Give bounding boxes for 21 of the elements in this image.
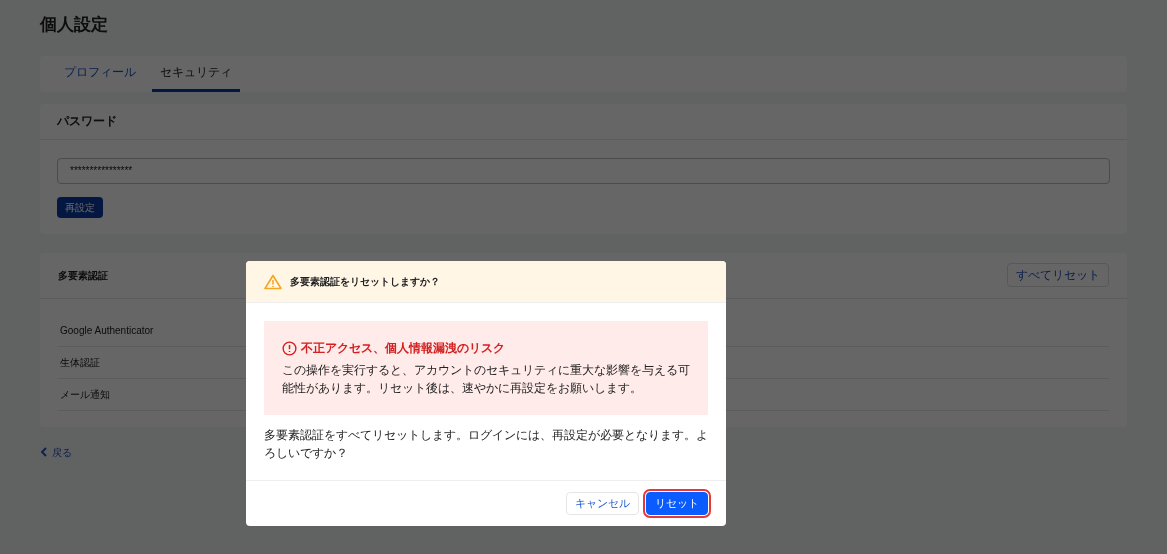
- tab[interactable]: セキュリティ: [152, 55, 240, 92]
- tab[interactable]: プロフィール: [56, 55, 144, 92]
- password-field[interactable]: ****************: [57, 157, 1110, 184]
- reset-all-button[interactable]: すべてリセット: [1007, 263, 1109, 287]
- chevron-left-icon: [40, 447, 48, 457]
- mfa-item: Google Authenticator: [60, 323, 154, 338]
- reset-password-button[interactable]: 再設定: [57, 196, 103, 218]
- alert-circle-icon: [282, 340, 297, 356]
- reset-button[interactable]: リセット: [646, 492, 708, 515]
- mfa-item: メール通知: [60, 387, 110, 402]
- dialog-message: 多要素認証をすべてリセットします。ログインには、再設定が必要となります。よろしいですか？: [264, 427, 708, 462]
- dialog-title: 多要素認証をリセットしますか？: [290, 275, 440, 289]
- mfa-item: 生体認証: [60, 355, 100, 370]
- back-link[interactable]: 戻る: [40, 444, 72, 460]
- cancel-button[interactable]: キャンセル: [566, 492, 639, 515]
- alert-text: この操作を実行すると、アカウントのセキュリティに重大な影響を与える可能性があります。リセット後は、速やかに再設定をお願いします。: [282, 362, 690, 397]
- warning-icon: [264, 273, 282, 290]
- section-title: パスワード: [57, 113, 117, 130]
- page-title: 個人設定: [40, 14, 108, 36]
- section-title: 多要素認証: [58, 268, 108, 283]
- alert-title: 不正アクセス、個人情報漏洩のリスク: [301, 340, 505, 357]
